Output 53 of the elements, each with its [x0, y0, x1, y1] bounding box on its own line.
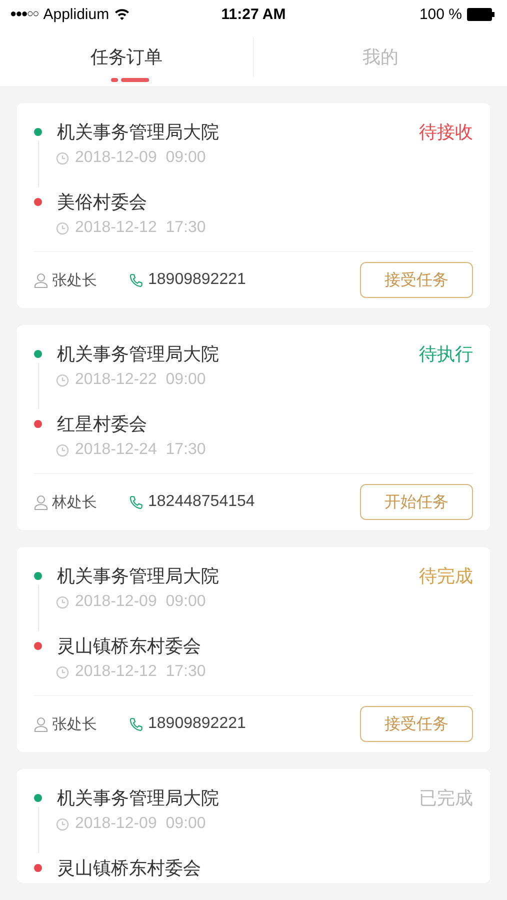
- arrival-time: 2018-12-12 17:30: [75, 219, 206, 237]
- carrier-name: Applidium: [43, 6, 110, 22]
- order-status: 待完成: [419, 565, 473, 588]
- departure-time: 2018-12-22 09:00: [75, 371, 206, 389]
- origin-dot: [34, 350, 42, 358]
- origin-name: 机关事务管理局大院: [57, 121, 219, 144]
- order-status: 待接收: [419, 121, 473, 144]
- person-icon: [34, 494, 48, 510]
- origin-dot: [34, 794, 42, 802]
- destination-dot: [34, 864, 42, 872]
- person-icon: [34, 716, 48, 732]
- clock-icon: [56, 374, 69, 386]
- origin-name: 机关事务管理局大院: [57, 565, 219, 588]
- destination-name: 美俗村委会: [57, 191, 147, 214]
- phone-icon: [129, 716, 143, 732]
- order-status: 待执行: [419, 343, 473, 366]
- destination-name: 灵山镇桥东村委会: [57, 635, 201, 658]
- origin-name: 机关事务管理局大院: [57, 343, 219, 366]
- clock-icon: [56, 818, 69, 830]
- clock-icon: [56, 152, 69, 164]
- phone-number[interactable]: 18909892221: [148, 715, 246, 733]
- person-icon: [34, 272, 48, 288]
- battery-percent: 100 %: [419, 6, 462, 22]
- clock-icon: [56, 222, 69, 234]
- destination-dot: [34, 642, 42, 650]
- phone-number[interactable]: 18909892221: [148, 271, 246, 289]
- wifi-icon: [114, 8, 130, 20]
- destination-dot: [34, 420, 42, 428]
- departure-time: 2018-12-09 09:00: [75, 815, 206, 833]
- arrival-time: 2018-12-12 17:30: [75, 663, 206, 681]
- signal-strength: ●●●○○: [10, 8, 38, 20]
- contact-name: 林处长: [52, 492, 97, 512]
- clock-icon: [56, 596, 69, 608]
- phone-number[interactable]: 182448754154: [148, 493, 255, 511]
- contact-name: 张处长: [52, 714, 97, 734]
- origin-name: 机关事务管理局大院: [57, 787, 219, 810]
- departure-time: 2018-12-09 09:00: [75, 149, 206, 167]
- phone-icon: [129, 494, 143, 510]
- destination-name: 红星村委会: [57, 413, 147, 436]
- contact-name: 张处长: [52, 270, 97, 290]
- arrival-time: 2018-12-24 17:30: [75, 441, 206, 459]
- destination-name: 灵山镇桥东村委会: [57, 857, 201, 880]
- phone-icon: [129, 272, 143, 288]
- clock-icon: [56, 444, 69, 456]
- clock-time: 11:27 AM: [221, 6, 286, 22]
- tab[interactable]: 任务订单: [0, 28, 253, 86]
- origin-dot: [34, 572, 42, 580]
- origin-dot: [34, 128, 42, 136]
- clock-icon: [56, 666, 69, 678]
- departure-time: 2018-12-09 09:00: [75, 593, 206, 611]
- destination-dot: [34, 198, 42, 206]
- order-status: 已完成: [419, 787, 473, 810]
- battery-icon: [467, 8, 495, 20]
